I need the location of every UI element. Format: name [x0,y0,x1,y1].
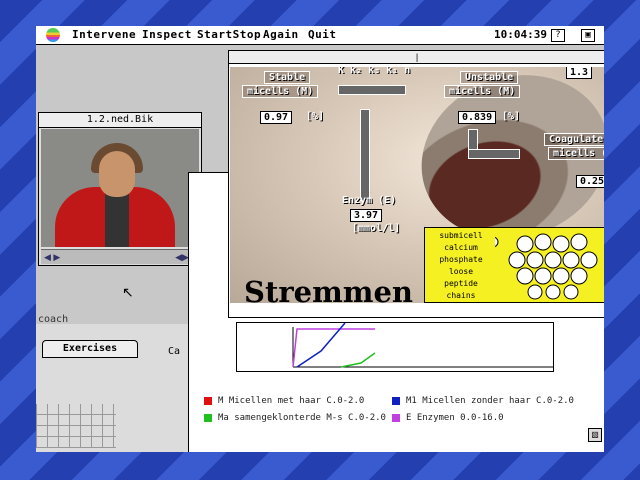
legend-swatch-blue [392,396,400,405]
resize-grip-icon[interactable]: ▧ [588,428,602,442]
stable-unit: [%] [306,111,325,122]
series-ma-line [340,352,376,368]
person-head [99,151,135,197]
coach-panel: Exercises Ca [36,324,196,452]
coagulate-label: Coagulate [544,133,604,146]
video-controls[interactable]: ◀ ▶ ◀▶ ▸ [41,249,199,264]
rate-constants: K k₂ k₃ k₁ n [338,67,411,76]
menu-again[interactable]: Again [263,26,299,44]
menu-bar: Intervene Inspect StartStop Again Quit 1… [36,26,604,45]
unstable-unit: [%] [502,111,521,122]
legend-item-ma: Ma samengeklonterde M-s C.0-2.0 [204,413,386,423]
unstable-value: 0.839 [458,111,497,124]
right-arrow-lower-icon [468,149,520,159]
tab-exercises[interactable]: Exercises [42,340,138,358]
menu-startstop[interactable]: StartStop [197,26,261,44]
legend-micelle-circle [495,236,499,248]
enzym-unit: [mmol/l] [352,223,401,234]
menu-inspect[interactable]: Inspect [142,26,192,44]
simulation-graph [236,322,554,372]
menu-intervene[interactable]: Intervene [72,26,136,44]
coagulate-sub-label: micells ( [548,147,604,160]
help-icon[interactable]: ? [551,29,565,42]
enzym-label: Enzym (E) [342,195,397,206]
apple-menu-icon[interactable] [46,28,60,42]
video-frame [41,129,199,247]
stable-value: 0.97 [260,111,293,124]
unstable-sub-label: micells (M) [444,85,521,98]
stremmen-heading: Stremmen [244,275,413,303]
exercise-grid [36,404,116,448]
video-window: 1.2.ned.Bik ◀ ▶ ◀▶ ▸ [38,112,202,266]
stremmen-window: | Stable micells (M) 0.97 [%] K k₂ k₃ k₁… [228,50,604,318]
menubar-clock: 10:04:39 [494,28,547,41]
mac-screen: Intervene Inspect StartStop Again Quit 1… [36,26,604,452]
menu-quit[interactable]: Quit [308,26,337,44]
legend-item-m1: M1 Micellen zonder haar C.0-2.0 [392,396,574,406]
video-window-title[interactable]: 1.2.ned.Bik [39,113,201,128]
stable-label: Stable [264,71,311,84]
mouse-pointer-icon: ↖ [122,284,134,300]
enzym-value: 3.97 [350,209,383,222]
person-shirt [105,191,129,247]
unstable-label: Unstable [460,71,519,84]
legend-item-m: M Micellen met haar C.0-2.0 [204,396,364,406]
up-arrow-icon [360,109,370,201]
micelle-legend: submicell calcium phosphate loose peptid… [424,227,604,303]
micelle-diagram [495,233,598,300]
micelle-cluster [508,233,598,300]
video-volume-icon[interactable]: ◀ ▶ [44,250,60,264]
tab-ca[interactable]: Ca [168,346,180,357]
cheese-making-photo: Stable micells (M) 0.97 [%] K k₂ k₃ k₁ n… [230,67,604,303]
right-arrow-icon [338,85,406,95]
legend-swatch-green [204,413,212,422]
stable-sub-label: micells (M) [242,85,319,98]
application-menu-icon[interactable]: ▣ [581,29,595,42]
coagulate-value: 0.25 [576,175,604,188]
top-right-value: 1.3 [566,67,593,79]
stremmen-title-bar[interactable]: | [229,51,604,64]
legend-item-e: E Enzymen 0.0-16.0 [392,413,504,423]
legend-swatch-purple [392,413,400,422]
micelle-legend-text: submicell calcium phosphate loose peptid… [439,231,483,300]
legend-swatch-red [204,396,212,405]
